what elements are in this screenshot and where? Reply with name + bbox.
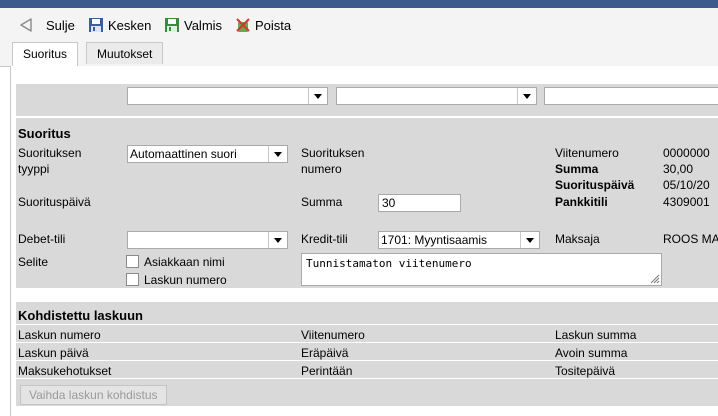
app-header-bar — [0, 0, 718, 8]
divider — [16, 342, 718, 343]
chevron-down-icon — [517, 88, 536, 104]
credit-account-select[interactable]: 1701: Myyntisaamis — [378, 231, 540, 249]
change-invoice-allocation-button[interactable]: Vaihda laskun kohdistus — [20, 385, 167, 405]
payer-value: ROOS MA — [663, 232, 718, 246]
invoice-number-label: Laskun numero — [18, 328, 101, 342]
reminders-label: Maksukehotukset — [18, 364, 112, 378]
bank-account-value: 4309001 — [663, 195, 710, 209]
invoice-reference-label: Viitenumero — [301, 328, 365, 342]
delete-button-label: Poista — [255, 17, 292, 33]
chevron-down-icon — [308, 88, 327, 104]
tab-muutokset[interactable]: Muutokset — [86, 42, 164, 64]
summary-sum-value: 30,00 — [663, 162, 694, 176]
debit-account-select[interactable] — [127, 231, 288, 249]
invoice-number-checkbox-label: Laskun numero — [144, 273, 227, 287]
customer-name-checkbox-label: Asiakkaan nimi — [144, 255, 225, 269]
collection-label: Perintään — [301, 364, 353, 378]
back-arrow-icon — [20, 18, 32, 32]
filter-select[interactable] — [127, 87, 328, 105]
chevron-down-icon — [268, 232, 287, 248]
close-button-label: Sulje — [46, 17, 75, 33]
payment-date-label: Suorituspäivä — [18, 195, 91, 209]
chevron-down-icon — [520, 232, 539, 248]
memo-label: Selite — [18, 255, 49, 269]
customer-name-checkbox[interactable] — [126, 255, 139, 268]
memo-text: Tunnistamaton viitenumero — [306, 257, 472, 270]
voucher-date-label: Tositepäivä — [555, 364, 616, 378]
payment-number-label: Suorituksen — [301, 146, 365, 160]
sum-label: Summa — [301, 195, 343, 209]
draft-button-label: Kesken — [108, 17, 152, 33]
section-title-invoice: Kohdistettu laskuun — [18, 308, 143, 323]
delete-button[interactable]: Poista — [235, 8, 291, 42]
save-icon — [89, 18, 103, 32]
draft-button[interactable]: Kesken — [88, 8, 151, 42]
divider — [16, 324, 718, 325]
summary-date-label: Suorituspäivä — [555, 178, 635, 192]
payment-number-label: numero — [301, 162, 342, 176]
open-amount-label: Avoin summa — [555, 346, 628, 360]
delete-icon — [236, 18, 250, 32]
toolbar: Sulje Kesken Valmis Poista — [0, 8, 718, 42]
filter-select[interactable] — [544, 87, 718, 105]
close-button[interactable]: Sulje — [18, 8, 75, 42]
payment-type-select[interactable]: Automaattinen suori — [127, 145, 288, 163]
chevron-down-icon — [268, 146, 287, 162]
reference-label: Viitenumero — [555, 146, 619, 160]
bank-account-label: Pankkitili — [555, 195, 608, 209]
reference-value: 0000000 — [663, 146, 710, 160]
resize-grip-icon[interactable] — [648, 272, 660, 284]
payment-type-label: Suorituksen — [18, 146, 82, 160]
filter-select[interactable] — [336, 87, 537, 105]
sum-input[interactable]: 30 — [378, 194, 461, 212]
divider — [16, 360, 718, 361]
summary-sum-label: Summa — [555, 162, 599, 176]
invoice-number-checkbox[interactable] — [126, 273, 139, 286]
invoice-date-label: Laskun päivä — [18, 346, 89, 360]
memo-textarea[interactable]: Tunnistamaton viitenumero — [301, 253, 662, 286]
payer-label: Maksaja — [555, 232, 600, 246]
divider — [16, 378, 718, 379]
summary-date-value: 05/10/20 — [663, 178, 710, 192]
invoice-amount-label: Laskun summa — [555, 328, 637, 342]
due-date-label: Eräpäivä — [301, 346, 349, 360]
credit-account-label: Kredit-tili — [301, 232, 348, 246]
debit-account-label: Debet-tili — [18, 232, 66, 246]
ready-button[interactable]: Valmis — [164, 8, 222, 42]
tab-bar: Suoritus Muutokset — [0, 42, 718, 67]
ready-button-label: Valmis — [184, 17, 223, 33]
save-icon — [165, 18, 179, 32]
tab-suoritus[interactable]: Suoritus — [12, 42, 79, 67]
section-title-payment: Suoritus — [18, 126, 71, 141]
payment-type-label: tyyppi — [18, 162, 50, 176]
